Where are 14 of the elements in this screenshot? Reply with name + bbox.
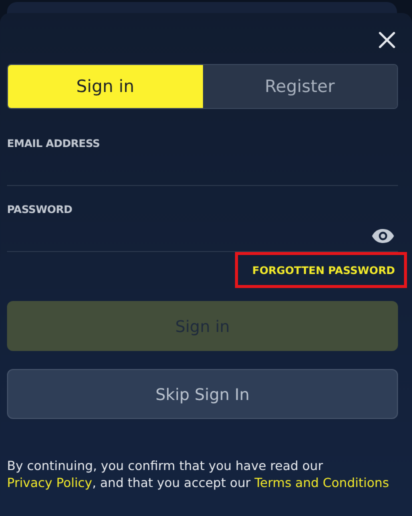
skip-button[interactable]: Skip Sign In (7, 369, 398, 419)
eye-icon[interactable] (371, 228, 395, 244)
field-label: EMAIL ADDRESS (7, 138, 101, 150)
tab[interactable]: Register (202, 65, 397, 108)
close-button[interactable] (378, 31, 396, 49)
input-field[interactable]: PASSWORD (7, 204, 398, 252)
link[interactable]: Terms and Conditions (254, 475, 389, 490)
field-label: PASSWORD (7, 204, 74, 216)
consent-text: By continuing, you confirm that you have read our Privacy Policy, and that you accept our Terms and Conditions (7, 457, 390, 491)
link[interactable]: Privacy Policy (7, 475, 92, 490)
forgotten-password-link[interactable]: FORGOTTEN PASSWORD (235, 252, 407, 288)
input-field[interactable]: EMAIL ADDRESS (7, 138, 398, 186)
close-icon (378, 31, 396, 49)
tab[interactable]: Sign in (8, 65, 202, 108)
